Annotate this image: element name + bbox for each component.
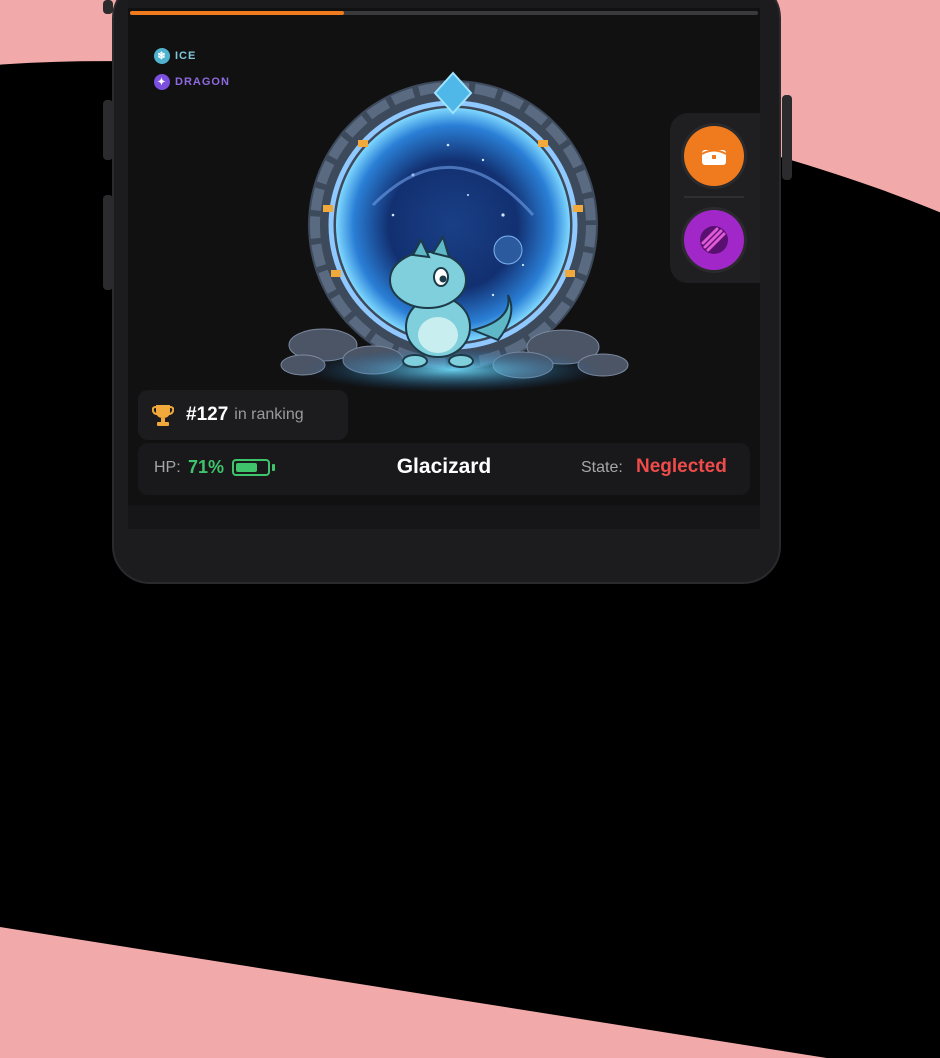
state-value: Neglected bbox=[636, 456, 727, 477]
panel-divider bbox=[684, 196, 744, 198]
trophy-icon bbox=[152, 405, 174, 426]
progress-bar bbox=[130, 11, 758, 15]
progress-fill bbox=[130, 11, 344, 15]
attack-button[interactable] bbox=[684, 210, 744, 270]
dragon-icon: ✦ bbox=[154, 74, 170, 90]
phone-side-button bbox=[103, 0, 113, 14]
type-label: DRAGON bbox=[175, 76, 230, 88]
state-label: State: bbox=[581, 459, 623, 476]
phone-side-button bbox=[103, 100, 113, 160]
type-label: ICE bbox=[175, 50, 197, 62]
ranking-number: #127 bbox=[186, 404, 229, 425]
app-screen: ❄ ICE ✦ DRAGON #127 in ranking HP: 71% G… bbox=[128, 0, 760, 529]
chest-button[interactable] bbox=[684, 126, 744, 186]
action-panel bbox=[670, 113, 760, 283]
type-tag-dragon: ✦ DRAGON bbox=[154, 74, 230, 90]
pet-status-bar: HP: 71% Glacizard State: Neglected bbox=[138, 443, 750, 495]
type-tag-ice: ❄ ICE bbox=[154, 48, 196, 64]
bottom-panel bbox=[128, 505, 760, 529]
ranking-card[interactable]: #127 in ranking bbox=[138, 390, 348, 440]
ranking-label: in ranking bbox=[234, 406, 304, 423]
snowflake-icon: ❄ bbox=[154, 48, 170, 64]
phone-side-button bbox=[782, 95, 792, 180]
creature-artwork bbox=[280, 71, 629, 392]
claw-slash-icon bbox=[700, 226, 728, 254]
top-bar bbox=[128, 0, 760, 8]
chest-icon bbox=[701, 149, 727, 165]
phone-side-button bbox=[103, 195, 113, 290]
